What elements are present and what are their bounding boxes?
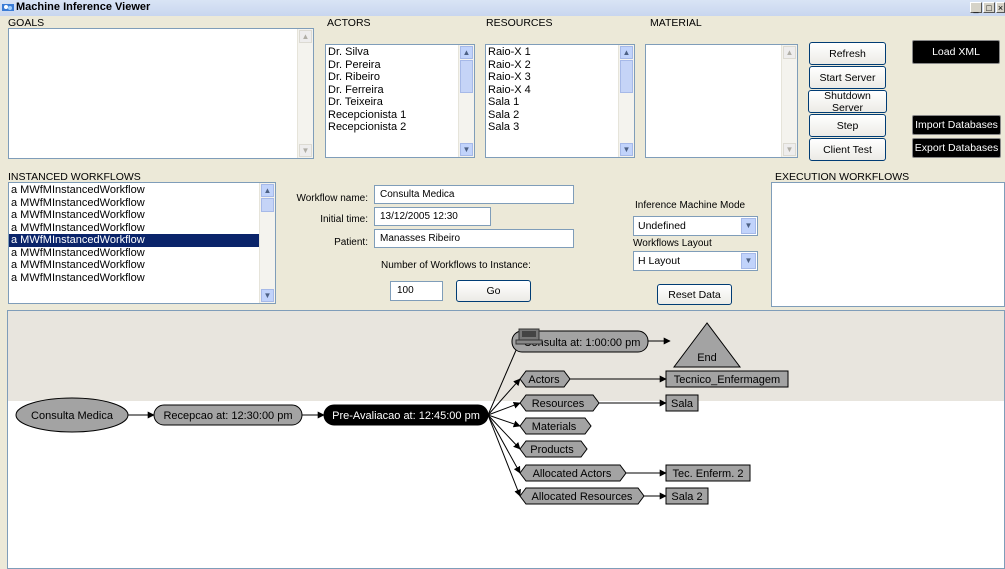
resource-item[interactable]: Sala 2 xyxy=(486,109,634,122)
chevron-down-icon[interactable]: ▼ xyxy=(741,218,756,234)
workflows-layout-label: Workflows Layout xyxy=(633,238,712,249)
scroll-up-icon[interactable]: ▲ xyxy=(299,30,312,43)
workflows-layout-select[interactable]: H Layout ▼ xyxy=(633,251,758,271)
resource-item[interactable]: Raio-X 1 xyxy=(486,46,634,59)
scroll-thumb[interactable] xyxy=(460,60,473,93)
workflow-item[interactable]: a MWfMInstancedWorkflow xyxy=(9,259,275,272)
go-button[interactable]: Go xyxy=(456,280,531,302)
scroll-down-icon[interactable]: ▼ xyxy=(299,144,312,157)
tecnico-node-label: Tecnico_Enfermagem xyxy=(674,374,780,386)
resources-node-label: Resources xyxy=(532,398,585,410)
inference-mode-select[interactable]: Undefined ▼ xyxy=(633,216,758,236)
scroll-thumb[interactable] xyxy=(620,60,633,93)
resource-item[interactable]: Sala 3 xyxy=(486,121,634,134)
window-title: Machine Inference Viewer xyxy=(16,1,151,13)
client-test-button[interactable]: Client Test xyxy=(809,138,886,161)
instanced-workflows-list[interactable]: a MWfMInstancedWorkflow a MWfMInstancedW… xyxy=(8,182,276,304)
actor-item[interactable]: Dr. Silva xyxy=(326,46,474,59)
actors-scrollbar[interactable]: ▲ ▼ xyxy=(458,45,474,157)
load-xml-button[interactable]: Load XML xyxy=(912,40,1000,64)
tec-enferm-node-label: Tec. Enferm. 2 xyxy=(673,468,744,480)
actor-item[interactable]: Dr. Ferreira xyxy=(326,84,474,97)
patient-input[interactable]: Manasses Ribeiro xyxy=(374,229,574,248)
actor-item[interactable]: Dr. Teixeira xyxy=(326,96,474,109)
initial-time-label: Initial time: xyxy=(320,214,368,225)
workflow-item[interactable]: a MWfMInstancedWorkflow xyxy=(9,184,275,197)
resource-item[interactable]: Raio-X 3 xyxy=(486,71,634,84)
step-button[interactable]: Step xyxy=(809,114,886,137)
materials-node-label: Materials xyxy=(532,421,577,433)
computer-icon xyxy=(515,328,543,345)
inference-mode-label: Inference Machine Mode xyxy=(635,200,746,211)
workflows-layout-value: H Layout xyxy=(638,255,681,267)
resource-item[interactable]: Raio-X 2 xyxy=(486,59,634,72)
actor-item[interactable]: Dr. Pereira xyxy=(326,59,474,72)
scroll-up-icon[interactable]: ▲ xyxy=(783,46,796,59)
scroll-down-icon[interactable]: ▼ xyxy=(460,143,473,156)
actors-node-label: Actors xyxy=(528,374,560,386)
workflow-item[interactable]: a MWfMInstancedWorkflow xyxy=(9,197,275,210)
resource-item[interactable]: Sala 1 xyxy=(486,96,634,109)
chevron-down-icon[interactable]: ▼ xyxy=(741,253,756,269)
allocated-actors-node-label: Allocated Actors xyxy=(533,468,612,480)
reset-data-button[interactable]: Reset Data xyxy=(657,284,732,305)
execution-workflows-list[interactable] xyxy=(771,182,1005,307)
actor-item[interactable]: Recepcionista 1 xyxy=(326,109,474,122)
resource-item[interactable]: Raio-X 4 xyxy=(486,84,634,97)
recepcao-node-label: Recepcao at: 12:30:00 pm xyxy=(163,410,292,422)
maximize-button[interactable]: □ xyxy=(983,2,995,13)
patient-label: Patient: xyxy=(334,237,368,248)
export-databases-button[interactable]: Export Databases xyxy=(912,138,1001,158)
workflows-count-input[interactable]: 100 xyxy=(390,281,443,301)
scroll-up-icon[interactable]: ▲ xyxy=(620,46,633,59)
resources-label: RESOURCES xyxy=(486,17,553,29)
start-server-button[interactable]: Start Server xyxy=(809,66,886,89)
scroll-down-icon[interactable]: ▼ xyxy=(620,143,633,156)
material-scrollbar[interactable]: ▲ ▼ xyxy=(781,45,797,157)
goals-list[interactable]: ▲ ▼ xyxy=(8,28,314,159)
edge xyxy=(487,340,521,416)
edge xyxy=(487,414,521,497)
scroll-down-icon[interactable]: ▼ xyxy=(783,143,796,156)
workflow-item[interactable]: a MWfMInstancedWorkflow xyxy=(9,222,275,235)
inference-mode-value: Undefined xyxy=(638,220,686,232)
workflow-graph: Consulta Medica Recepcao at: 12:30:00 pm… xyxy=(15,322,789,505)
import-databases-button[interactable]: Import Databases xyxy=(912,115,1001,135)
title-bar: Machine Inference Viewer _ □ × xyxy=(0,0,1005,16)
actor-item[interactable]: Dr. Ribeiro xyxy=(326,71,474,84)
edge xyxy=(487,378,521,416)
scroll-up-icon[interactable]: ▲ xyxy=(460,46,473,59)
workflow-name-input[interactable]: Consulta Medica xyxy=(374,185,574,204)
sala2-node-label: Sala 2 xyxy=(671,491,702,503)
workflow-item[interactable]: a MWfMInstancedWorkflow xyxy=(9,209,275,222)
workflows-count-label: Number of Workflows to Instance: xyxy=(381,260,531,271)
actors-label: ACTORS xyxy=(327,17,371,29)
workflow-item[interactable]: a MWfMInstancedWorkflow xyxy=(9,272,275,285)
app-icon xyxy=(2,4,14,11)
actors-list[interactable]: Dr. Silva Dr. Pereira Dr. Ribeiro Dr. Fe… xyxy=(325,44,475,158)
workflow-name-label: Workflow name: xyxy=(296,193,368,204)
initial-time-input[interactable]: 13/12/2005 12:30 xyxy=(374,207,491,226)
allocated-resources-node-label: Allocated Resources xyxy=(532,491,633,503)
products-node-label: Products xyxy=(530,444,574,456)
sala-node-label: Sala xyxy=(671,398,694,410)
start-node-label: Consulta Medica xyxy=(31,410,114,422)
actor-item[interactable]: Recepcionista 2 xyxy=(326,121,474,134)
pre-avaliacao-node-label: Pre-Avaliacao at: 12:45:00 pm xyxy=(332,410,480,422)
resources-list[interactable]: Raio-X 1 Raio-X 2 Raio-X 3 Raio-X 4 Sala… xyxy=(485,44,635,158)
scroll-down-icon[interactable]: ▼ xyxy=(261,289,274,302)
minimize-button[interactable]: _ xyxy=(970,2,982,13)
material-label: MATERIAL xyxy=(650,17,702,29)
refresh-button[interactable]: Refresh xyxy=(809,42,886,65)
goals-scrollbar[interactable]: ▲ ▼ xyxy=(297,29,313,158)
shutdown-server-button[interactable]: Shutdown Server xyxy=(808,90,887,114)
resources-scrollbar[interactable]: ▲ ▼ xyxy=(618,45,634,157)
material-list[interactable]: ▲ ▼ xyxy=(645,44,798,158)
workflow-item[interactable]: a MWfMInstancedWorkflow xyxy=(9,247,275,260)
close-button[interactable]: × xyxy=(996,2,1005,13)
workflow-item-selected[interactable]: a MWfMInstancedWorkflow xyxy=(9,234,275,247)
end-node-label: End xyxy=(697,352,717,364)
workflow-graph-canvas[interactable]: Consulta Medica Recepcao at: 12:30:00 pm… xyxy=(7,310,1005,569)
